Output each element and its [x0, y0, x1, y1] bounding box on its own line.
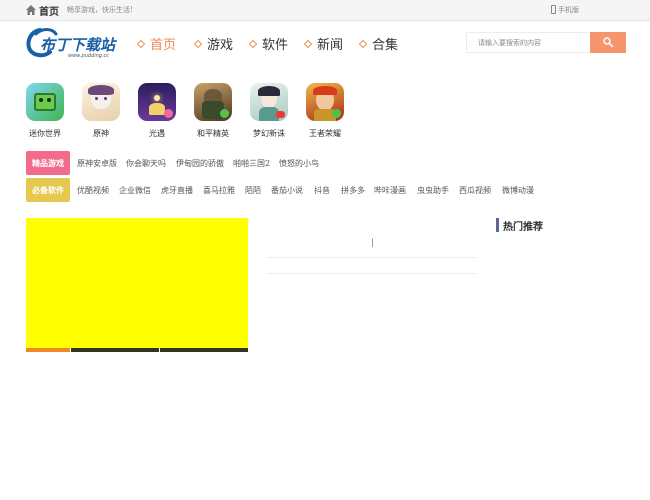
home-icon[interactable]: [26, 5, 36, 15]
tag-link[interactable]: 原神安卓版: [77, 158, 117, 169]
tag-link[interactable]: 喜马拉雅: [203, 185, 235, 196]
app-name: 光遇: [149, 129, 165, 138]
tag-link[interactable]: 企业微信: [119, 185, 151, 196]
honor-of-kings-app-icon: [306, 83, 344, 121]
logo-text: 布丁下载站: [40, 36, 118, 54]
mobile-phone-icon[interactable]: [551, 5, 556, 14]
sky-app-icon: [138, 83, 176, 121]
nav-label: 新闻: [317, 38, 344, 53]
top-bar: 首页 畅享游戏，快乐生活! 手机版: [0, 0, 650, 21]
mini-world-app-icon: [26, 83, 64, 121]
app-item-peacekeeper-elite[interactable]: 和平精英: [194, 83, 232, 139]
tag-link[interactable]: 啪啪三国2: [233, 158, 270, 169]
hot-recommend-title: 热门推荐: [503, 222, 543, 233]
search-input[interactable]: [466, 32, 590, 53]
banner-indicator[interactable]: [70, 348, 115, 352]
diamond-icon: [136, 39, 146, 49]
tag-link[interactable]: 番茄小说: [271, 185, 303, 196]
app-name: 迷你世界: [29, 129, 61, 138]
tag-link[interactable]: 愤怒的小鸟: [279, 158, 319, 169]
diamond-icon: [193, 39, 203, 49]
banner-slide[interactable]: [26, 218, 248, 348]
nav-label: 首页: [150, 38, 177, 53]
featured-games-row: 精品游戏 原神安卓版 你会聊天吗 伊甸园的骄傲 啪啪三国2 愤怒的小鸟: [26, 151, 626, 175]
banner-indicator[interactable]: [26, 348, 70, 352]
tag-link[interactable]: 抖音: [314, 185, 330, 196]
diamond-icon: [248, 39, 258, 49]
section-accent-bar: [496, 218, 499, 232]
banner-indicator[interactable]: [115, 348, 159, 352]
tag-link[interactable]: 虎牙直播: [161, 185, 193, 196]
mobile-version-link[interactable]: 手机版: [558, 5, 579, 15]
banner-indicators: [26, 348, 248, 352]
diamond-icon: [358, 39, 368, 49]
search-button[interactable]: [590, 32, 626, 53]
tag-link[interactable]: 虫虫助手: [417, 185, 449, 196]
tag-link[interactable]: 拼多多: [341, 185, 365, 196]
app-item-honor-of-kings[interactable]: 王者荣耀: [306, 83, 344, 139]
slogan-text: 畅享游戏，快乐生活!: [67, 6, 133, 14]
essential-software-label: 必备软件: [26, 178, 70, 202]
genshin-app-icon: [82, 83, 120, 121]
nav-item-software[interactable]: 软件: [248, 34, 289, 53]
app-name: 原神: [93, 129, 109, 138]
tag-link[interactable]: 西瓜视频: [459, 185, 491, 196]
banner-indicator[interactable]: [159, 348, 204, 352]
news-headline[interactable]: |: [371, 238, 374, 247]
peacekeeper-elite-app-icon: [194, 83, 232, 121]
dream-new-zhu-app-icon: [250, 83, 288, 121]
tag-link[interactable]: 哔咔漫画: [374, 185, 406, 196]
tag-link[interactable]: 优酷视频: [77, 185, 109, 196]
banner-indicator[interactable]: [204, 348, 248, 352]
tag-link[interactable]: 陌陌: [245, 185, 261, 196]
nav-item-home[interactable]: 首页: [136, 34, 177, 53]
app-item-dream-new-zhu[interactable]: 梦幻新诛: [250, 83, 288, 139]
nav-label: 合集: [372, 38, 399, 53]
search-icon: [603, 37, 613, 47]
app-item-genshin[interactable]: 原神: [82, 83, 120, 139]
site-logo[interactable]: 布丁下载站 www.pudding.cc: [26, 26, 124, 60]
tag-link[interactable]: 微博动漫: [502, 185, 534, 196]
tag-link[interactable]: 你会聊天吗: [126, 158, 166, 169]
logo-domain: www.pudding.cc: [68, 53, 109, 59]
nav-label: 游戏: [207, 38, 234, 53]
essential-software-row: 必备软件 优酷视频 企业微信 虎牙直播 喜马拉雅 陌陌 番茄小说 抖音 拼多多 …: [26, 178, 626, 202]
diamond-icon: [303, 39, 313, 49]
nav-item-games[interactable]: 游戏: [193, 34, 234, 53]
app-item-sky[interactable]: 光遇: [138, 83, 176, 139]
nav-item-news[interactable]: 新闻: [303, 34, 344, 53]
nav-label: 软件: [262, 38, 289, 53]
divider: [266, 273, 476, 274]
divider: [266, 257, 476, 258]
app-item-mini-world[interactable]: 迷你世界: [26, 83, 64, 139]
app-name: 梦幻新诛: [253, 129, 285, 138]
tag-link[interactable]: 伊甸园的骄傲: [176, 158, 224, 169]
app-name: 王者荣耀: [309, 129, 341, 138]
app-name: 和平精英: [197, 129, 229, 138]
nav-item-collections[interactable]: 合集: [358, 34, 399, 53]
featured-games-label: 精品游戏: [26, 151, 70, 175]
home-link[interactable]: 首页: [39, 3, 59, 18]
